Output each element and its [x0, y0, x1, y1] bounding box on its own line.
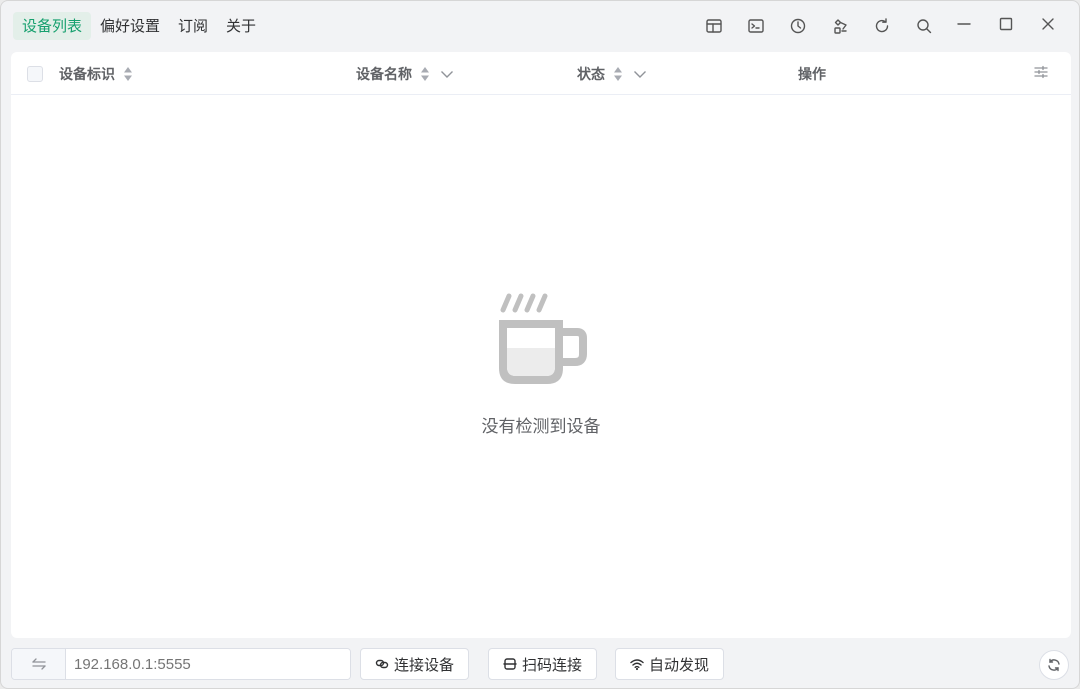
column-label: 设备标识	[59, 66, 115, 83]
layout-icon[interactable]	[701, 13, 727, 39]
toolbar	[701, 13, 953, 39]
coffee-cup-icon	[499, 293, 587, 384]
column-label: 状态	[577, 66, 605, 83]
maximize-icon[interactable]	[991, 11, 1021, 37]
device-table: 设备标识 设备名称 状态 操作 没有检测到设备	[11, 52, 1071, 638]
window-controls	[949, 11, 1075, 37]
minimize-icon[interactable]	[949, 11, 979, 37]
address-input[interactable]	[66, 649, 350, 679]
terminal-icon[interactable]	[743, 13, 769, 39]
history-icon[interactable]	[785, 13, 811, 39]
wifi-icon	[630, 659, 644, 671]
app-window: 设备列表 偏好设置 订阅 关于 设备标识 设备名称 状态 操作 没有检测到设备 …	[0, 0, 1080, 689]
sort-icon[interactable]	[420, 66, 430, 82]
auto-discover-button[interactable]: 自动发现	[615, 648, 725, 680]
sort-icon[interactable]	[123, 66, 133, 82]
refresh-icon[interactable]	[869, 13, 895, 39]
main-nav: 设备列表 偏好设置 订阅 关于	[13, 12, 265, 40]
column-settings-icon[interactable]	[1033, 64, 1049, 84]
search-icon[interactable]	[911, 13, 937, 39]
column-header-device-name[interactable]: 设备名称	[356, 52, 454, 95]
swap-icon[interactable]	[12, 649, 66, 679]
top-bar: 设备列表 偏好设置 订阅 关于	[1, 1, 1079, 51]
tools-icon[interactable]	[827, 13, 853, 39]
column-header-status[interactable]: 状态	[577, 52, 647, 95]
select-all-checkbox[interactable]	[27, 65, 43, 82]
scan-connect-label: 扫码连接	[522, 655, 583, 674]
scan-connect-button[interactable]: 扫码连接	[488, 648, 598, 680]
empty-state: 没有检测到设备	[11, 292, 1071, 437]
connect-device-button[interactable]: 连接设备	[360, 648, 470, 680]
nav-item-subscription[interactable]: 订阅	[169, 12, 217, 40]
connect-device-label: 连接设备	[394, 655, 455, 674]
column-header-device-id[interactable]: 设备标识	[59, 52, 133, 95]
column-label: 操作	[798, 66, 826, 83]
table-header: 设备标识 设备名称 状态 操作	[11, 52, 1071, 95]
column-label: 设备名称	[356, 66, 412, 83]
chevron-down-icon[interactable]	[440, 69, 454, 79]
select-all-cell	[27, 52, 43, 95]
close-icon[interactable]	[1033, 11, 1063, 37]
nav-item-preferences[interactable]: 偏好设置	[91, 12, 169, 40]
address-field	[11, 648, 351, 680]
nav-item-about[interactable]: 关于	[217, 12, 265, 40]
empty-state-text: 没有检测到设备	[481, 417, 601, 437]
column-header-actions: 操作	[798, 52, 826, 95]
scan-icon	[503, 658, 517, 670]
chevron-down-icon[interactable]	[633, 69, 647, 79]
auto-discover-label: 自动发现	[649, 655, 710, 674]
link-icon	[375, 659, 389, 669]
sort-icon[interactable]	[613, 66, 623, 82]
sync-icon[interactable]	[1039, 650, 1069, 680]
bottom-bar: 连接设备 扫码连接 自动发现	[1, 647, 1079, 681]
nav-item-device-list[interactable]: 设备列表	[13, 12, 92, 40]
